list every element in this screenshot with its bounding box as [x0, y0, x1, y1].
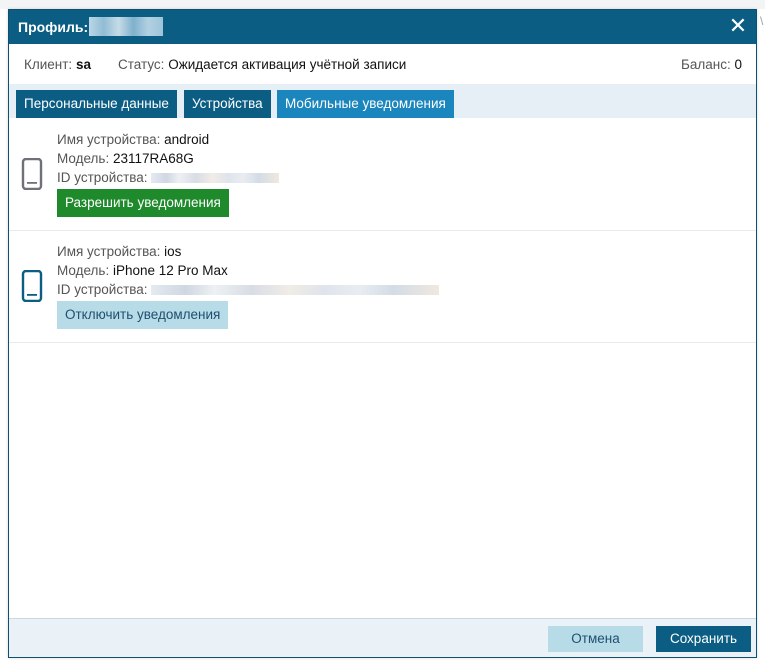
redacted-profile-name — [89, 17, 163, 36]
redacted-device-id — [151, 285, 440, 296]
redacted-device-id — [151, 173, 280, 184]
save-button[interactable]: Сохранить — [656, 626, 751, 652]
allow-notifications-button[interactable]: Разрешить уведомления — [57, 189, 229, 217]
device-model-value: 23117RA68G — [112, 151, 194, 166]
client-label: Клиент: — [24, 57, 73, 72]
balance-value: 0 — [734, 57, 742, 72]
dialog-footer: Отмена Сохранить — [9, 618, 756, 657]
device-name-value: android — [164, 132, 210, 147]
dialog-titlebar: Профиль: ✕ — [9, 10, 756, 44]
tab-devices[interactable]: Устройства — [184, 90, 271, 118]
client-value: sa — [75, 57, 91, 72]
device-name-line: Имя устройства: android — [57, 132, 209, 147]
device-id-line: ID устройства: — [57, 282, 440, 297]
device-id-label: ID устройства: — [57, 170, 148, 185]
balance-label: Баланс: — [681, 57, 731, 72]
tab-mobile-notifications[interactable]: Мобильные уведомления — [277, 90, 454, 118]
device-name-label: Имя устройства: — [57, 244, 161, 259]
device-model-line: Модель: iPhone 12 Pro Max — [57, 263, 228, 278]
status-value: Ожидается активация учётной записи — [168, 57, 407, 72]
device-name-label: Имя устройства: — [57, 132, 161, 147]
device-model-line: Модель: 23117RA68G — [57, 151, 194, 166]
phone-icon — [21, 270, 43, 302]
close-icon[interactable]: ✕ — [728, 15, 748, 37]
disable-notifications-button[interactable]: Отключить уведомления — [57, 301, 229, 329]
device-name-value: ios — [164, 244, 182, 259]
tab-personal-data[interactable]: Персональные данные — [16, 90, 177, 118]
device-item: Имя устройства: ios Модель: iPhone 12 Pr… — [9, 230, 756, 343]
dialog-title: Профиль: — [18, 19, 89, 35]
device-id-label: ID устройства: — [57, 282, 148, 297]
device-model-label: Модель: — [57, 151, 110, 166]
status-label: Статус: — [118, 57, 165, 72]
device-item: Имя устройства: android Модель: 23117RA6… — [9, 118, 756, 231]
background-text: \ — [760, 14, 764, 28]
profile-dialog: Профиль: ✕ Клиент: sa Статус: Ожидается … — [8, 9, 757, 658]
cancel-button[interactable]: Отмена — [548, 626, 643, 652]
device-id-line: ID устройства: — [57, 170, 280, 185]
notifications-panel: Имя устройства: android Модель: 23117RA6… — [9, 118, 756, 619]
background-page — [0, 0, 765, 9]
phone-icon — [21, 158, 43, 190]
device-name-line: Имя устройства: ios — [57, 244, 181, 259]
tab-bar: Персональные данные Устройства Мобильные… — [9, 84, 756, 119]
client-info-bar: Клиент: sa Статус: Ожидается активация у… — [9, 44, 756, 84]
device-model-value: iPhone 12 Pro Max — [112, 263, 228, 278]
device-model-label: Модель: — [57, 263, 110, 278]
